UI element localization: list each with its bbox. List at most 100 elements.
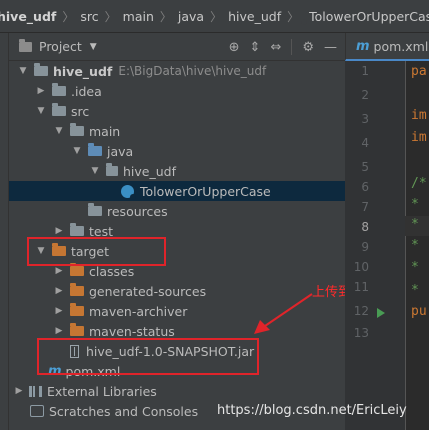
code-fragment: * xyxy=(411,217,419,232)
tree-node-path: E:\BigData\hive\hive_udf xyxy=(118,64,267,78)
class-icon xyxy=(121,184,136,200)
line-number: 7 xyxy=(361,200,369,214)
project-folder-icon xyxy=(19,38,32,52)
code-fragment: * xyxy=(411,238,419,253)
excluded-folder-icon xyxy=(70,283,84,296)
tree-node-label: java xyxy=(107,143,134,159)
source-folder-icon xyxy=(88,143,102,156)
editor-tab-label: pom.xml xyxy=(373,38,429,54)
expand-arrow-icon[interactable]: ▼ xyxy=(53,126,65,136)
code-fragment: im xyxy=(411,130,427,145)
run-gutter-icon[interactable] xyxy=(377,308,385,318)
breadcrumb-main[interactable]: main xyxy=(123,9,154,24)
tree-node-label: resources xyxy=(107,203,168,219)
module-folder-icon xyxy=(34,63,48,76)
code-fragment: pa xyxy=(411,64,427,79)
line-number: 9 xyxy=(361,240,369,254)
tree-node-label: Scratches and Consoles xyxy=(49,403,199,419)
annotation-arrow-icon xyxy=(254,293,313,334)
expand-arrow-icon[interactable]: ▼ xyxy=(17,66,29,76)
navigation-breadcrumb: hive_udf 〉 src 〉 main 〉 java 〉 hive_udf … xyxy=(0,0,429,33)
line-number: 11 xyxy=(353,280,369,294)
collapse-arrow-icon[interactable]: ▶ xyxy=(35,86,47,96)
tool-window-strip xyxy=(0,33,9,430)
watermark-text: https://blog.csdn.net/EricLeiy xyxy=(217,403,407,418)
tree-node-java[interactable]: ▼ java xyxy=(9,141,345,161)
target-icon[interactable]: ⊕ xyxy=(229,40,240,55)
toolbar-divider xyxy=(291,39,293,55)
chevron-right-icon: 〉 xyxy=(62,9,75,24)
expand-arrow-icon[interactable]: ▼ xyxy=(89,166,101,176)
expand-icon[interactable]: ⇕ xyxy=(250,40,261,55)
collapse-icon[interactable]: ⇔ xyxy=(270,40,281,55)
minimize-icon[interactable]: — xyxy=(324,40,337,55)
tree-node-label: External Libraries xyxy=(47,383,157,399)
line-number: 4 xyxy=(361,136,369,150)
project-panel-toolbar: ⊕ ⇕ ⇔ ⚙ — xyxy=(229,33,337,61)
breadcrumb-project[interactable]: hive_udf xyxy=(0,9,56,24)
excluded-folder-icon xyxy=(70,323,84,336)
project-panel-header: Project ▼ ⊕ ⇕ ⇔ ⚙ — xyxy=(9,33,345,61)
chevron-right-icon: 〉 xyxy=(210,9,223,24)
line-number: 10 xyxy=(353,260,369,274)
collapse-arrow-icon[interactable]: ▶ xyxy=(13,386,25,396)
tree-node-label: generated-sources xyxy=(89,283,207,299)
line-number: 5 xyxy=(361,160,369,174)
tree-node-label: main xyxy=(89,123,121,139)
folder-icon xyxy=(52,83,66,96)
tree-node-label: TolowerOrUpperCase xyxy=(140,183,271,199)
folder-icon xyxy=(70,123,84,136)
expand-arrow-icon[interactable]: ▼ xyxy=(71,146,83,156)
line-number: 12 xyxy=(353,304,369,318)
line-number: 3 xyxy=(361,112,369,126)
gear-icon[interactable]: ⚙ xyxy=(302,40,314,55)
tree-node-hive-udf-root[interactable]: ▼ hive_udf E:\BigData\hive\hive_udf xyxy=(9,61,345,81)
dropdown-arrow-icon[interactable]: ▼ xyxy=(90,42,97,52)
breadcrumb-src[interactable]: src xyxy=(80,9,98,24)
breadcrumb-package[interactable]: hive_udf xyxy=(228,9,281,24)
tree-node-idea[interactable]: ▶ .idea xyxy=(9,81,345,101)
editor-tab-pom[interactable]: m pom.xml xyxy=(345,33,429,61)
maven-icon: m xyxy=(356,38,370,54)
collapse-arrow-icon[interactable]: ▶ xyxy=(53,286,65,296)
code-fragment: * xyxy=(411,197,419,212)
tree-node-src[interactable]: ▼ src xyxy=(9,101,345,121)
code-fragment: im xyxy=(411,108,427,123)
tree-node-resources[interactable]: resources xyxy=(9,201,345,221)
expand-arrow-icon[interactable]: ▼ xyxy=(35,106,47,116)
tree-node-label: hive_udf xyxy=(53,63,113,79)
code-fragment: /* xyxy=(411,176,427,191)
scratches-icon xyxy=(30,405,44,417)
line-number: 2 xyxy=(361,88,369,102)
chevron-right-icon: 〉 xyxy=(159,9,172,24)
highlight-jar-box xyxy=(37,338,259,375)
package-icon xyxy=(106,163,118,176)
collapse-arrow-icon[interactable]: ▶ xyxy=(53,226,65,236)
line-number: 13 xyxy=(353,326,369,340)
tree-node-external-libraries[interactable]: ▶ External Libraries xyxy=(9,381,345,401)
tree-node-hive-udf-package[interactable]: ▼ hive_udf xyxy=(9,161,345,181)
excluded-folder-icon xyxy=(70,263,84,276)
chevron-right-icon: 〉 xyxy=(104,9,117,24)
code-fragment: * xyxy=(411,260,419,275)
tree-node-label: maven-archiver xyxy=(89,303,188,319)
line-number: 1 xyxy=(361,64,369,78)
line-number: 6 xyxy=(361,180,369,194)
folder-icon xyxy=(70,223,84,236)
chevron-right-icon: 〉 xyxy=(287,9,300,24)
tree-node-tolowerorupppercase[interactable]: TolowerOrUpperCase xyxy=(9,181,345,201)
library-icon xyxy=(29,385,42,397)
collapse-arrow-icon[interactable]: ▶ xyxy=(53,266,65,276)
tree-node-label: src xyxy=(71,103,90,119)
tree-node-label: hive_udf xyxy=(123,163,176,179)
line-number: 8 xyxy=(361,220,369,234)
folder-icon xyxy=(52,103,66,116)
collapse-arrow-icon[interactable]: ▶ xyxy=(53,306,65,316)
project-view-selector[interactable]: Project xyxy=(39,39,82,54)
collapse-arrow-icon[interactable]: ▶ xyxy=(53,326,65,336)
excluded-folder-icon xyxy=(70,303,84,316)
breadcrumb-java[interactable]: java xyxy=(178,9,204,24)
code-fragment: * xyxy=(411,283,419,298)
breadcrumb-class[interactable]: TolowerOrUpperCase xyxy=(309,9,429,24)
tree-node-main[interactable]: ▼ main xyxy=(9,121,345,141)
